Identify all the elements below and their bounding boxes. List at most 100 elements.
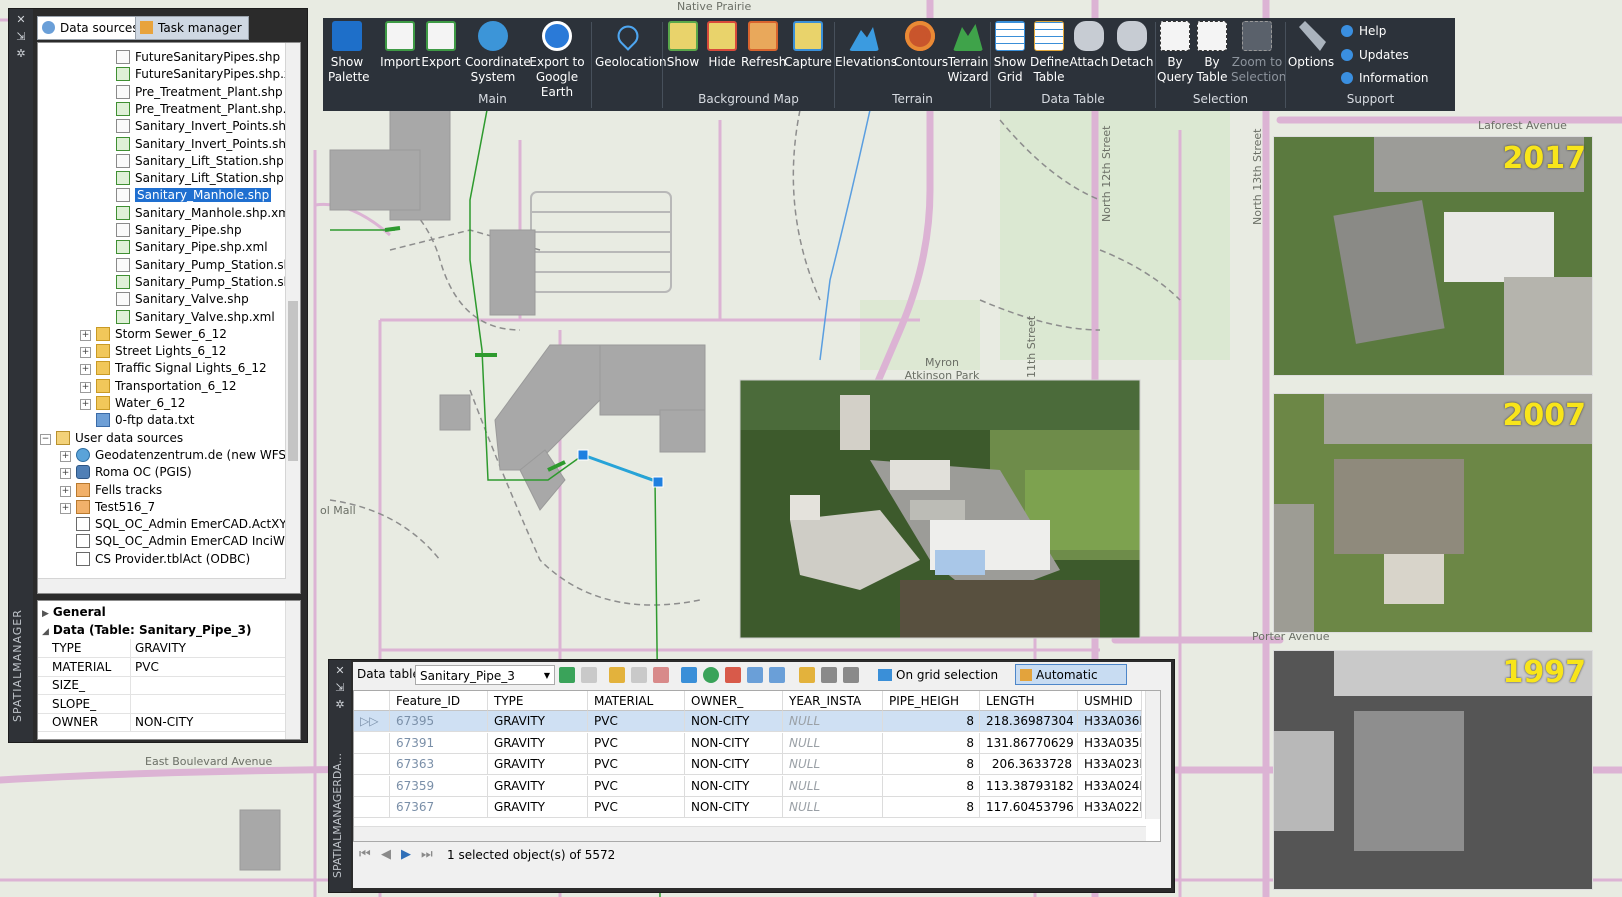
link-icon[interactable]	[821, 667, 837, 683]
select-record-icon[interactable]	[769, 667, 785, 683]
property-row[interactable]: SIZE_	[38, 676, 286, 695]
row-header[interactable]	[354, 754, 390, 775]
table-cell[interactable]: NON-CITY	[685, 711, 783, 732]
table-cell[interactable]: GRAVITY	[488, 797, 588, 818]
automatic-scroll-toggle[interactable]: Automatic scroll	[1015, 664, 1127, 703]
tree-item[interactable]: FutureSanitaryPipes.shp	[116, 49, 280, 66]
table-cell[interactable]: NON-CITY	[685, 732, 783, 754]
on-grid-selection-dropdown[interactable]: On grid selection ▼	[878, 665, 1008, 701]
show-map-button[interactable]: Show	[663, 21, 703, 70]
tree-item[interactable]: Traffic Signal Lights_6_12	[96, 360, 267, 377]
table-cell[interactable]: PVC	[588, 797, 685, 818]
elevations-button[interactable]: Elevations	[835, 21, 897, 70]
table-cell[interactable]: H33A024M	[1078, 775, 1142, 797]
tree-item[interactable]: Sanitary_Valve.shp	[116, 291, 249, 308]
properties-scrollbar[interactable]	[285, 601, 300, 739]
next-record-icon[interactable]: ▶	[401, 843, 411, 867]
zoom-to-selection-button[interactable]: Zoom to Selection	[1231, 21, 1286, 85]
current-row-indicator-icon[interactable]: ▷▷	[354, 711, 390, 732]
expand-icon[interactable]: +	[80, 381, 91, 393]
show-palette-button[interactable]: Show Palette	[328, 21, 370, 85]
table-cell[interactable]: 8	[883, 754, 980, 775]
table-cell[interactable]: GRAVITY	[488, 775, 588, 797]
scroll-thumb[interactable]	[288, 301, 298, 461]
tree-item[interactable]: FutureSanitaryPipes.shp.xm	[116, 66, 300, 83]
tree-item[interactable]: User data sources	[56, 430, 183, 447]
tree-item[interactable]: Sanitary_Manhole.shp.xml	[116, 205, 293, 222]
tree-item[interactable]: SQL_OC_Admin EmerCAD InciWKB	[76, 533, 300, 550]
table-cell[interactable]: GRAVITY	[488, 732, 588, 754]
capture-map-button[interactable]: Capture	[784, 21, 832, 70]
help-link[interactable]: Help	[1341, 24, 1386, 38]
column-header[interactable]: MATERIAL	[588, 691, 685, 711]
tree-item[interactable]: Sanitary_Pump_Station.shp.	[116, 274, 300, 291]
data-sources-tree[interactable]: FutureSanitaryPipes.shp FutureSanitaryPip…	[37, 42, 301, 594]
add-record-icon[interactable]	[609, 667, 625, 683]
table-cell[interactable]: NULL	[783, 797, 883, 818]
expand-icon[interactable]: +	[60, 485, 71, 497]
table-cell[interactable]: H33A036M	[1078, 711, 1142, 732]
grid-horizontal-scrollbar[interactable]	[354, 826, 1146, 841]
table-cell[interactable]: NULL	[783, 754, 883, 775]
settings-icon[interactable]: ✲	[9, 47, 33, 60]
row-header[interactable]	[354, 732, 390, 754]
table-cell[interactable]: 206.3633728	[980, 754, 1078, 775]
column-header[interactable]: YEAR_INSTA	[783, 691, 883, 711]
tree-item[interactable]: Sanitary_Invert_Points.shp.x	[116, 136, 300, 153]
column-header[interactable]: OWNER_	[685, 691, 783, 711]
grid-options-icon[interactable]	[581, 667, 597, 683]
last-record-icon[interactable]: ⏭	[421, 843, 433, 867]
tree-item[interactable]: 0-ftp data.txt	[96, 412, 194, 429]
table-cell[interactable]: 67359	[390, 775, 488, 797]
expand-icon[interactable]: +	[80, 347, 91, 359]
table-cell[interactable]: NULL	[783, 775, 883, 797]
options-button[interactable]: Options	[1287, 21, 1335, 70]
column-header[interactable]: PIPE_HEIGH	[883, 691, 980, 711]
terrain-wizard-button[interactable]: Terrain Wizard	[947, 21, 989, 85]
expand-icon[interactable]: +	[80, 329, 91, 341]
close-icon[interactable]: ✕	[9, 13, 33, 26]
tree-item[interactable]: Sanitary_Pipe.shp.xml	[116, 239, 268, 256]
table-cell[interactable]: PVC	[588, 775, 685, 797]
table-cell[interactable]: H33A022M	[1078, 797, 1142, 818]
export-button[interactable]: Export	[421, 21, 461, 70]
tab-task-manager[interactable]: Task manager	[135, 16, 249, 40]
import-button[interactable]: Import	[380, 21, 420, 70]
grid-vertical-scrollbar[interactable]	[1145, 691, 1160, 819]
properties-data-header[interactable]: ◢ Data (Table: Sanitary_Pipe_3)	[42, 621, 251, 639]
table-cell[interactable]: PVC	[588, 754, 685, 775]
data-grid[interactable]: Feature_ID TYPE MATERIAL OWNER_ YEAR_INSTA PI…	[353, 690, 1161, 842]
table-cell[interactable]: GRAVITY	[488, 754, 588, 775]
refresh-map-button[interactable]: Refresh	[741, 21, 786, 70]
table-cell[interactable]: 67363	[390, 754, 488, 775]
tree-item[interactable]: Roma OC (PGIS)	[76, 464, 192, 481]
settings-icon[interactable]: ✲	[329, 698, 351, 711]
tree-item[interactable]: Water_6_12	[96, 395, 185, 412]
pin-icon[interactable]: ⇲	[9, 30, 33, 43]
tree-item[interactable]: Sanitary_Lift_Station.shp.xm	[116, 170, 300, 187]
table-cell[interactable]: PVC	[588, 711, 685, 732]
globe-view-icon[interactable]	[703, 667, 719, 683]
tree-item[interactable]: SQL_OC_Admin EmerCAD.ActXY (C	[76, 516, 300, 533]
geolocation-button[interactable]: Geolocation	[595, 21, 667, 70]
zoom-record-icon[interactable]	[747, 667, 763, 683]
tree-horizontal-scrollbar[interactable]	[38, 578, 286, 593]
tree-item[interactable]: Geodatenzentrum.de (new WFS)	[76, 447, 291, 464]
table-cell[interactable]: H33A035M	[1078, 732, 1142, 754]
table-cell[interactable]: PVC	[588, 732, 685, 754]
tree-item[interactable]: Fells tracks	[76, 482, 162, 499]
table-cell[interactable]: 67395	[390, 711, 488, 732]
tab-data-sources[interactable]: Data sources	[37, 16, 146, 40]
detach-button[interactable]: Detach	[1110, 21, 1154, 70]
information-link[interactable]: Information	[1341, 71, 1428, 85]
column-header[interactable]: USMHID	[1078, 691, 1142, 711]
table-cell[interactable]: GRAVITY	[488, 711, 588, 732]
copy-icon[interactable]	[631, 667, 647, 683]
properties-general-header[interactable]: ▶ General	[42, 603, 106, 621]
expand-icon[interactable]: +	[60, 502, 71, 514]
attach-button[interactable]: Attach	[1069, 21, 1109, 70]
show-grid-button[interactable]: Show Grid	[991, 21, 1029, 85]
tree-item[interactable]: Sanitary_Valve.shp.xml	[116, 309, 275, 326]
expand-icon[interactable]: +	[80, 364, 91, 376]
column-header[interactable]: Feature_ID	[390, 691, 488, 711]
